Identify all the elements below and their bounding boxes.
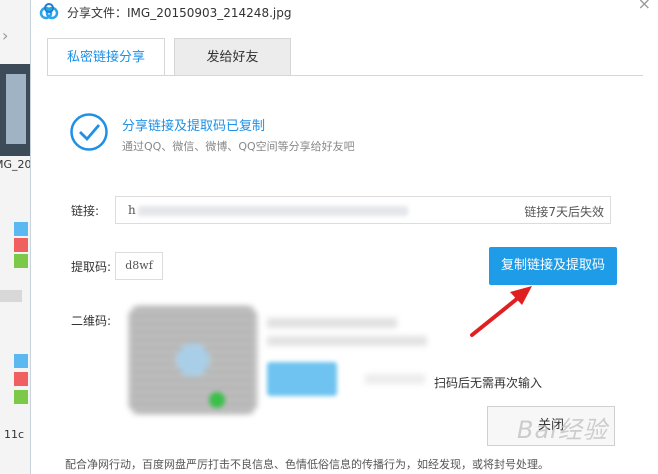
baidu-cloud-logo-icon — [39, 3, 59, 20]
file-icon-block — [14, 354, 28, 368]
success-check-icon — [70, 113, 108, 151]
link-label: 链接: — [71, 204, 100, 218]
blurred-url — [138, 206, 408, 216]
blurred-label — [0, 290, 22, 302]
file-icon-block — [14, 238, 28, 252]
file-icon-block — [14, 372, 28, 386]
policy-footer: 配合净网行动，百度网盘严厉打击不良信息、色情低俗信息的传播行为，如经发现，或将封… — [65, 458, 549, 471]
blurred-text — [267, 318, 397, 328]
wechat-icon — [209, 392, 225, 408]
file-label: 11c — [4, 428, 25, 441]
link-expire-text: 链接7天后失效 — [524, 205, 604, 219]
extract-code-label: 提取码: — [71, 260, 112, 274]
file-icon-block — [14, 254, 28, 268]
chevron-right-icon[interactable]: › — [2, 26, 16, 45]
tab-send-to-friend[interactable]: 发给好友 — [174, 38, 291, 76]
share-dialog: 分享文件：IMG_20150903_214248.jpg × 私密链接分享 发给… — [30, 0, 658, 474]
dialog-titlebar: 分享文件：IMG_20150903_214248.jpg × — [31, 0, 658, 24]
share-link-value: h — [128, 203, 136, 217]
share-link-field[interactable]: h 链接7天后失效 — [115, 196, 611, 224]
close-icon[interactable]: × — [638, 0, 651, 13]
file-thumbnail[interactable] — [0, 64, 30, 156]
tab-divider — [47, 75, 643, 76]
file-icon-block — [14, 390, 28, 404]
baidu-jingyan-watermark: Bai经验 — [517, 416, 608, 444]
copy-link-and-code-button[interactable]: 复制链接及提取码 — [489, 247, 617, 285]
tab-private-link[interactable]: 私密链接分享 — [47, 38, 165, 76]
copied-status-subtitle: 通过QQ、微信、微博、QQ空间等分享给好友吧 — [122, 140, 355, 153]
file-icon-block — [14, 222, 28, 236]
extract-code-field[interactable]: d8wf — [115, 252, 163, 280]
qr-code-image — [129, 306, 261, 418]
blurred-text — [267, 336, 427, 346]
blurred-text — [365, 374, 425, 384]
scan-hint-text: 扫码后无需再次输入 — [434, 376, 543, 390]
dialog-title: 分享文件：IMG_20150903_214248.jpg — [67, 6, 292, 20]
qr-code-label: 二维码: — [71, 314, 112, 328]
copied-status-title: 分享链接及提取码已复制 — [122, 119, 266, 134]
blurred-button[interactable] — [267, 362, 337, 396]
